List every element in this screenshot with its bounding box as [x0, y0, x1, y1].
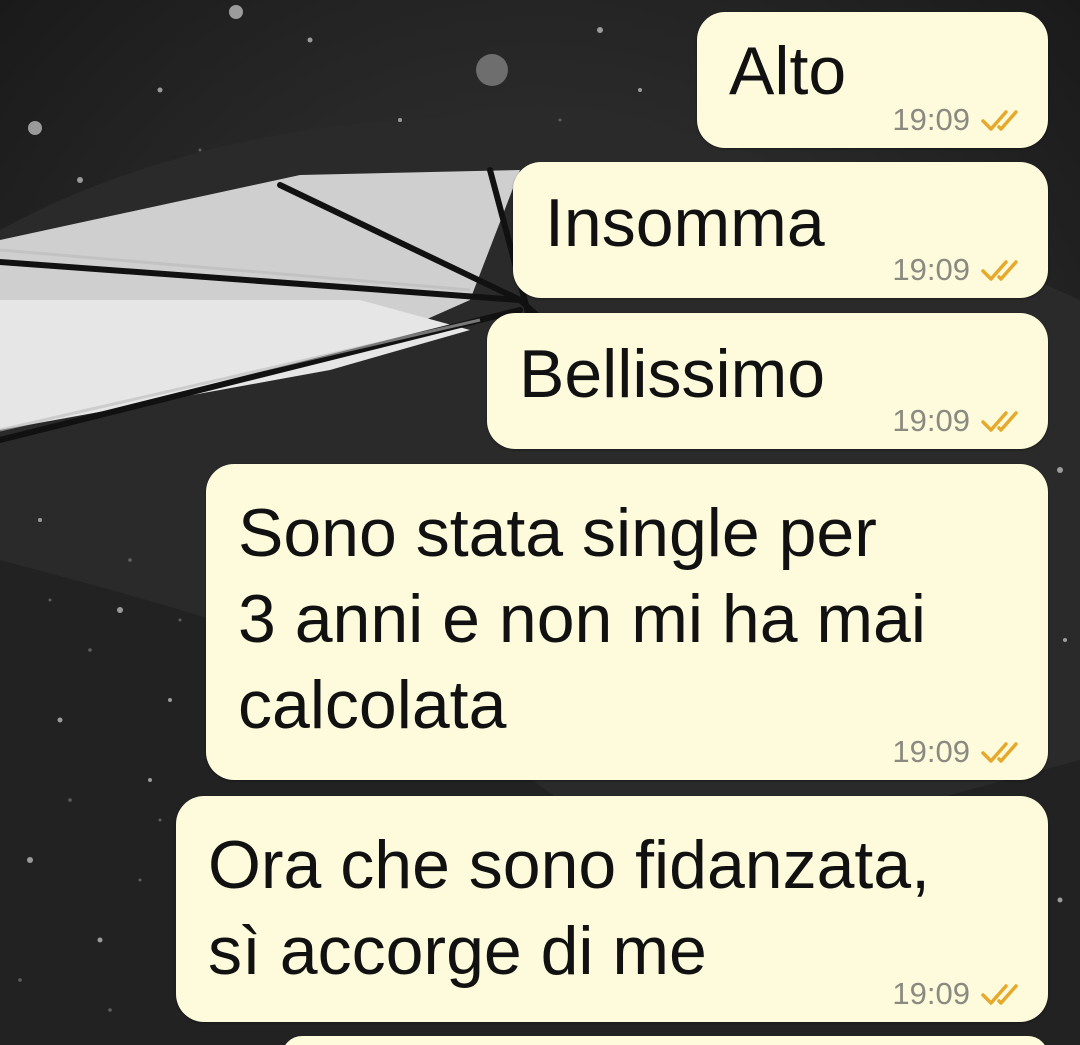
message-text-line: Ora che sono fidanzata, [208, 827, 931, 903]
message-meta: 19:09 [892, 250, 1026, 290]
message-bubble-alto[interactable]: Alto 19:09 [697, 12, 1048, 148]
read-double-check-icon [981, 411, 1018, 432]
message-bubble-fidanzata[interactable]: Ora che sono fidanzata, sì accorge di me… [176, 796, 1048, 1022]
message-text: Bellissimo [519, 336, 826, 412]
message-text: Alto [729, 33, 847, 109]
read-double-check-icon [981, 742, 1018, 763]
message-text-line: sì accorge di me [208, 913, 707, 989]
message-bubble-partial[interactable] [282, 1036, 1048, 1045]
message-bubble-insomma[interactable]: Insomma 19:09 [513, 162, 1048, 298]
message-time: 19:09 [892, 976, 970, 1011]
message-text-line: Sono stata single per [238, 495, 877, 571]
message-text-line: calcolata [238, 667, 507, 743]
message-time: 19:09 [892, 102, 970, 137]
message-meta: 19:09 [892, 100, 1026, 140]
message-time: 19:09 [892, 734, 970, 769]
read-double-check-icon [981, 110, 1018, 131]
message-time: 19:09 [892, 252, 970, 287]
chat-window: Alto 19:09 Insomma 19:09 Bellissimo 19:0… [0, 0, 1080, 1045]
read-double-check-icon [981, 984, 1018, 1005]
message-meta: 19:09 [892, 401, 1026, 441]
read-double-check-icon [981, 260, 1018, 281]
message-meta: 19:09 [892, 732, 1026, 772]
message-time: 19:09 [892, 403, 970, 438]
message-meta: 19:09 [892, 974, 1026, 1014]
message-bubble-single[interactable]: Sono stata single per 3 anni e non mi ha… [206, 464, 1048, 780]
message-bubble-bellissimo[interactable]: Bellissimo 19:09 [487, 313, 1048, 449]
message-text: Insomma [545, 185, 825, 261]
message-text-line: 3 anni e non mi ha mai [238, 581, 926, 657]
